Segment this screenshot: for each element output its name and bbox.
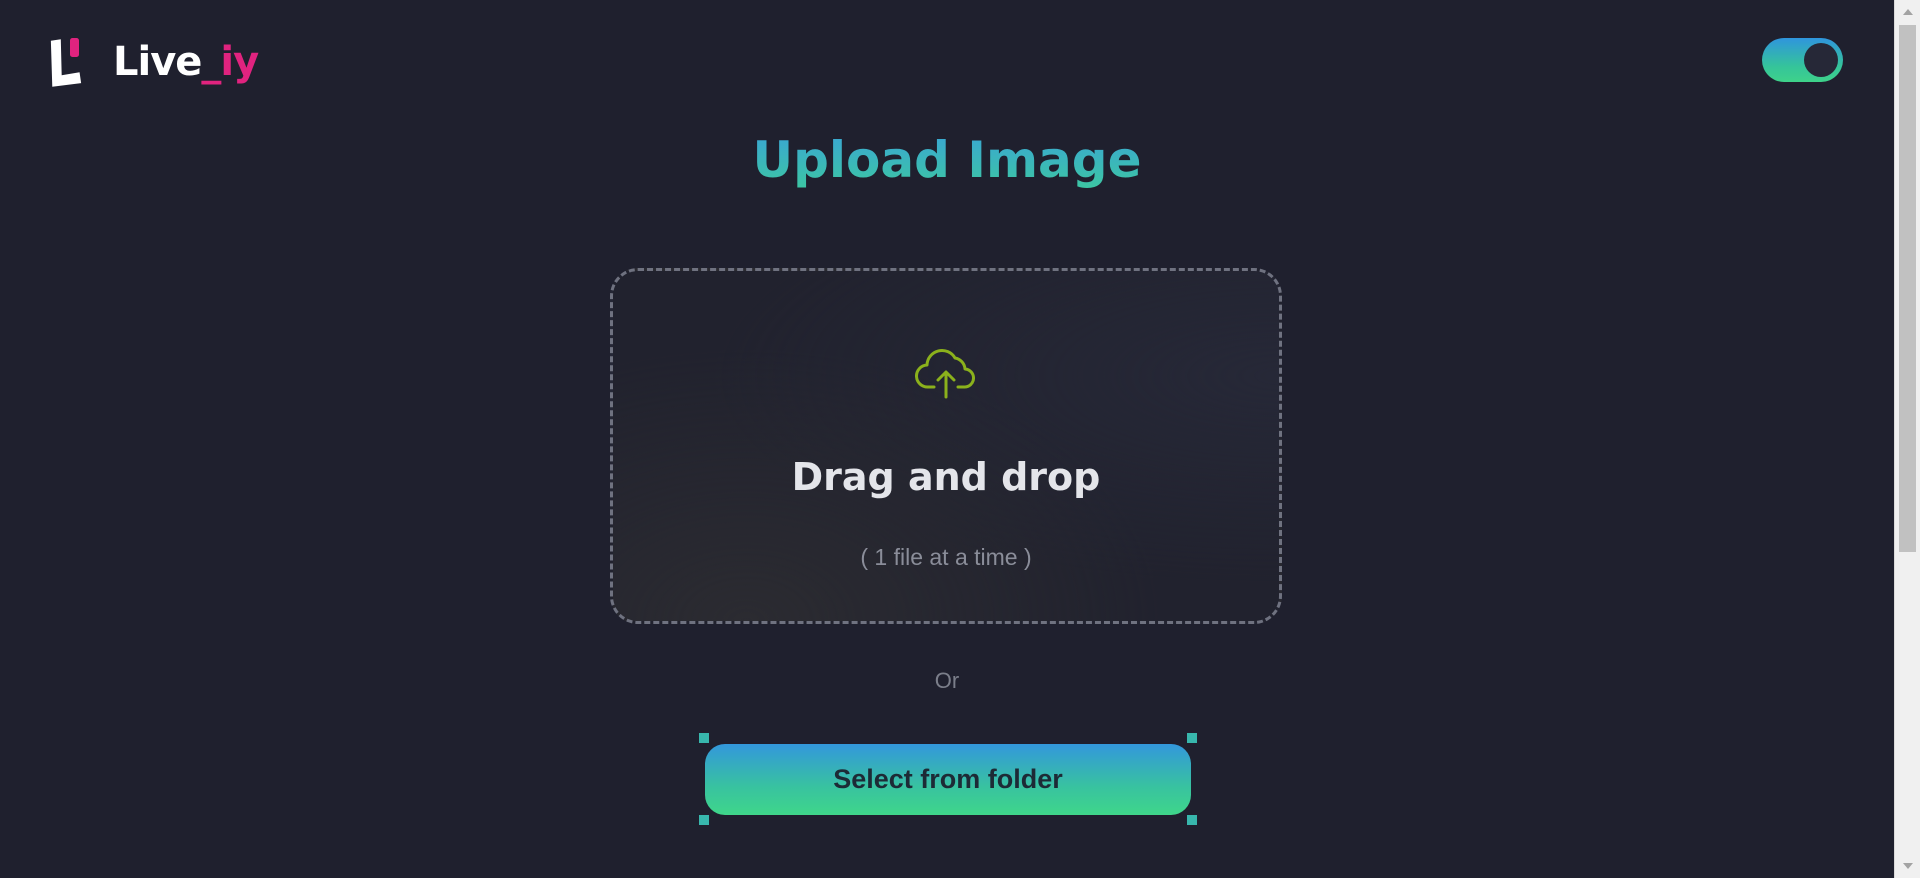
theme-toggle[interactable] bbox=[1762, 38, 1843, 82]
selection-handle-top-right[interactable] bbox=[1187, 733, 1197, 743]
drop-zone[interactable]: Drag and drop ( 1 file at a time ) bbox=[610, 268, 1282, 624]
selection-handle-bottom-left[interactable] bbox=[699, 815, 709, 825]
scroll-thumb[interactable] bbox=[1899, 25, 1916, 552]
page-title: Upload Image bbox=[0, 128, 1894, 192]
toggle-knob bbox=[1804, 43, 1838, 77]
drop-zone-title: Drag and drop bbox=[791, 455, 1101, 499]
or-separator: Or bbox=[934, 668, 960, 693]
logo-text: Live_iy bbox=[113, 36, 259, 88]
logo[interactable]: Live_iy bbox=[49, 36, 259, 88]
cloud-upload-icon bbox=[915, 347, 977, 399]
selection-handle-bottom-right[interactable] bbox=[1187, 815, 1197, 825]
drop-zone-hint: ( 1 file at a time ) bbox=[860, 544, 1032, 570]
logo-mark-icon bbox=[49, 37, 83, 87]
logo-text-accent: _iy bbox=[201, 39, 259, 85]
scroll-up-arrow-icon[interactable] bbox=[1903, 9, 1913, 15]
select-from-folder-button[interactable]: Select from folder bbox=[705, 744, 1191, 815]
page: Live_iy Upload Image Drag and drop ( 1 f… bbox=[0, 0, 1920, 878]
vertical-scrollbar[interactable] bbox=[1894, 0, 1920, 878]
scroll-down-arrow-icon[interactable] bbox=[1903, 863, 1913, 869]
select-button-wrapper: Select from folder bbox=[699, 733, 1197, 825]
logo-text-main: Live bbox=[113, 39, 202, 85]
selection-handle-top-left[interactable] bbox=[699, 733, 709, 743]
